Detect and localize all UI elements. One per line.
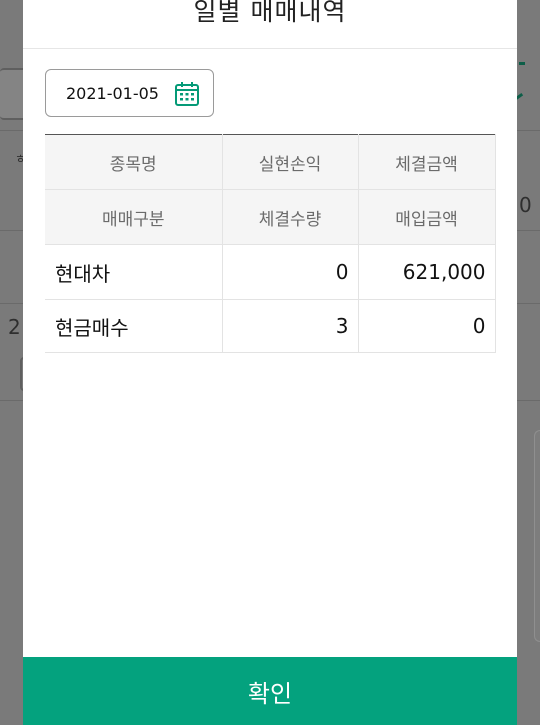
table-row: 현대차 0 621,000 bbox=[45, 244, 496, 300]
date-value: 2021-01-05 bbox=[66, 84, 159, 103]
cell-exec-amount: 621,000 bbox=[358, 244, 496, 300]
calendar-icon[interactable] bbox=[174, 81, 200, 107]
header-buy-amount: 매입금액 bbox=[358, 189, 496, 245]
header-exec-qty: 체결수량 bbox=[222, 189, 359, 245]
cell-stock-name: 현대차 bbox=[45, 244, 223, 300]
table-row: 현금매수 3 0 bbox=[45, 299, 496, 353]
bg-fragment-left: 2 bbox=[8, 315, 21, 339]
confirm-button[interactable]: 확인 bbox=[23, 657, 517, 725]
bg-fragment-right: 0 bbox=[519, 193, 532, 217]
bg-accent-mark bbox=[519, 62, 525, 65]
date-picker[interactable]: 2021-01-05 bbox=[45, 69, 214, 117]
daily-trade-dialog: 일별 매매내역 2021-01-05 종목명 실현손익 체결금액 매매구분 체결… bbox=[23, 0, 517, 725]
header-realized-pl: 실현손익 bbox=[222, 134, 359, 190]
table-header-row: 매매구분 체결수량 매입금액 bbox=[45, 189, 496, 245]
dialog-title: 일별 매매내역 bbox=[193, 0, 347, 26]
header-trade-type: 매매구분 bbox=[45, 189, 223, 245]
cell-trade-type: 현금매수 bbox=[45, 299, 223, 353]
header-exec-amount: 체결금액 bbox=[358, 134, 496, 190]
table-header-row: 종목명 실현손익 체결금액 bbox=[45, 134, 496, 190]
trade-table: 종목명 실현손익 체결금액 매매구분 체결수량 매입금액 현대차 0 621,0… bbox=[45, 134, 496, 353]
header-stock-name: 종목명 bbox=[45, 134, 223, 190]
cell-realized-pl: 0 bbox=[222, 244, 359, 300]
cell-exec-qty: 3 bbox=[222, 299, 359, 353]
dialog-header: 일별 매매내역 bbox=[23, 0, 517, 49]
bg-scroll-handle bbox=[534, 430, 540, 642]
cell-buy-amount: 0 bbox=[358, 299, 496, 353]
